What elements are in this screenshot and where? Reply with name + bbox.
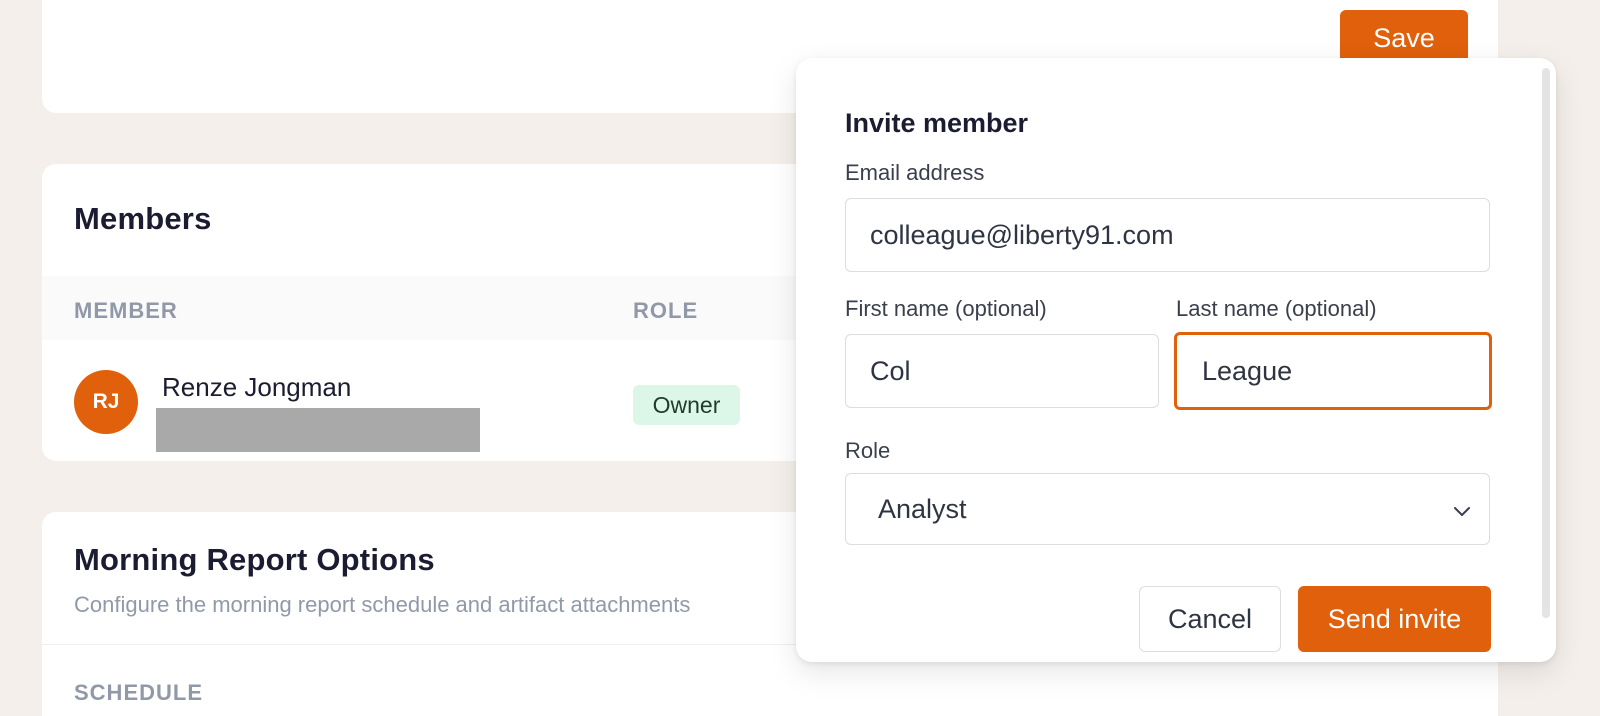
redacted-email (156, 408, 480, 452)
column-header-role: ROLE (633, 298, 699, 323)
send-invite-button[interactable]: Send invite (1298, 586, 1491, 652)
email-label: Email address (845, 160, 985, 185)
invite-member-modal: Invite member Email address colleague@li… (796, 58, 1556, 662)
avatar: RJ (74, 370, 138, 434)
role-label: Role (845, 438, 891, 463)
cancel-button[interactable]: Cancel (1139, 586, 1281, 652)
status-badge: Owner (633, 385, 740, 425)
column-header-member: MEMBER (74, 298, 178, 323)
members-title: Members (74, 201, 212, 236)
first-name-label: First name (optional) (845, 296, 1047, 321)
morning-report-description: Configure the morning report schedule an… (74, 592, 691, 617)
member-name: Renze Jongman (162, 372, 352, 402)
modal-scrollbar[interactable] (1542, 68, 1550, 618)
role-select-value: Analyst (878, 493, 967, 524)
role-select[interactable]: Analyst (845, 473, 1490, 545)
last-name-field[interactable]: League (1174, 332, 1492, 410)
morning-report-title: Morning Report Options (74, 542, 435, 577)
chevron-down-icon (1454, 507, 1470, 516)
email-field[interactable]: colleague@liberty91.com (845, 198, 1490, 272)
schedule-label: SCHEDULE (74, 680, 204, 705)
modal-title: Invite member (845, 108, 1029, 138)
first-name-field[interactable]: Col (845, 334, 1159, 408)
last-name-label: Last name (optional) (1176, 296, 1377, 321)
